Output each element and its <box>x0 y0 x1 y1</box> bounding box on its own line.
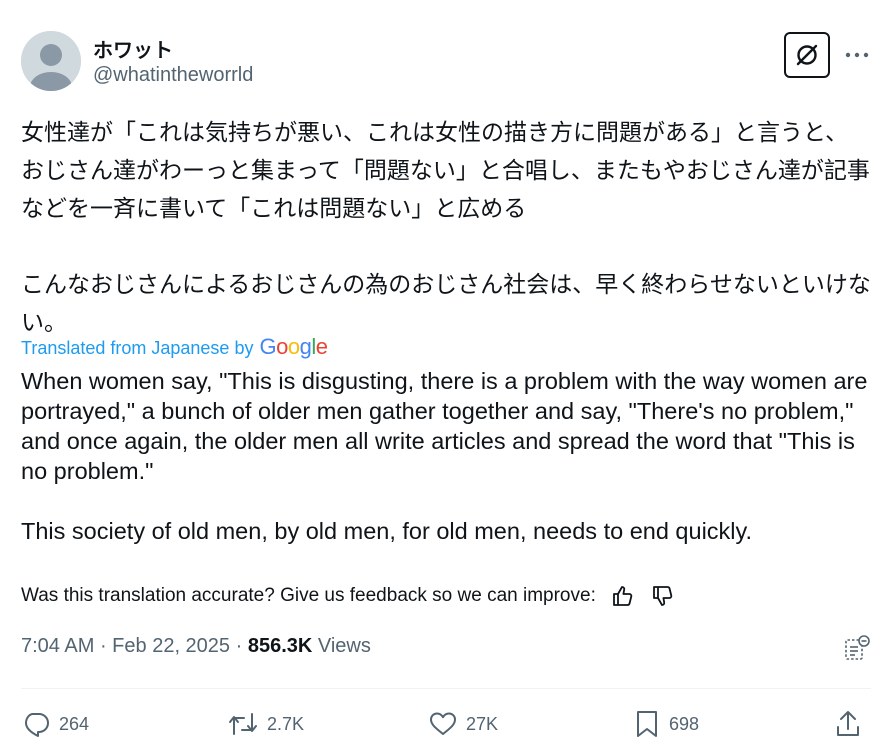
google-logo-letter: o <box>287 334 300 359</box>
like-count: 27K <box>466 713 499 734</box>
default-profile-icon <box>21 31 81 91</box>
post-meta: 7:04 AM · Feb 22, 2025 · 856.3K Views <box>21 635 371 658</box>
thumbs-down-button[interactable] <box>650 583 676 609</box>
google-logo-letter: o <box>276 334 288 359</box>
meta-separator: · <box>94 635 113 657</box>
reply-button[interactable]: 264 <box>21 704 89 744</box>
views-label: Views <box>312 635 371 657</box>
translated-from-label: Translated from Japanese by <box>21 338 254 358</box>
repost-icon <box>229 713 257 735</box>
repost-count: 2.7K <box>267 713 305 734</box>
heart-icon <box>430 712 456 735</box>
action-bar: 264 2.7K 27K 698 <box>21 704 871 744</box>
thumbs-up-icon <box>612 586 633 606</box>
like-button[interactable]: 27K <box>428 704 498 744</box>
translated-from-link[interactable]: Translated from Japanese by Google <box>21 334 328 360</box>
google-logo: Google <box>259 334 328 360</box>
google-logo-letter: G <box>259 334 277 359</box>
feedback-prompt: Was this translation accurate? Give us f… <box>21 585 596 606</box>
avatar[interactable] <box>21 31 81 91</box>
author-handle[interactable]: @whatintheworrld <box>93 64 253 87</box>
bookmark-count: 698 <box>669 713 700 734</box>
repost-button[interactable]: 2.7K <box>227 704 304 744</box>
analytics-icon <box>845 635 870 660</box>
analytics-button[interactable] <box>842 633 872 663</box>
post-date[interactable]: Feb 22, 2025 <box>112 635 230 658</box>
post-time[interactable]: 7:04 AM <box>21 635 94 658</box>
divider <box>21 688 871 689</box>
bookmark-button[interactable]: 698 <box>633 704 699 744</box>
post-translated-text: When women say, "This is disgusting, the… <box>21 368 868 544</box>
translation-feedback: Was this translation accurate? Give us f… <box>21 583 676 609</box>
reply-icon <box>25 713 49 737</box>
share-button[interactable] <box>834 704 862 744</box>
meta-separator: · <box>230 635 248 657</box>
share-icon <box>837 711 859 736</box>
reply-count: 264 <box>59 713 90 734</box>
more-options-button[interactable] <box>844 43 870 67</box>
views-count: 856.3K <box>247 635 313 657</box>
post-original-text: 女性達が「これは気持ちが悪い、これは女性の描き方に問題がある」と言うと、おじさん… <box>21 120 871 336</box>
google-logo-letter: g <box>299 334 312 359</box>
more-icon <box>845 52 869 58</box>
bookmark-icon <box>637 711 657 737</box>
author-display-name[interactable]: ホワット <box>93 34 173 63</box>
thumbs-down-icon <box>652 586 673 606</box>
grok-icon <box>796 44 818 66</box>
grok-button[interactable] <box>784 32 830 78</box>
google-logo-letter: e <box>315 334 328 359</box>
thumbs-up-button[interactable] <box>610 583 636 609</box>
